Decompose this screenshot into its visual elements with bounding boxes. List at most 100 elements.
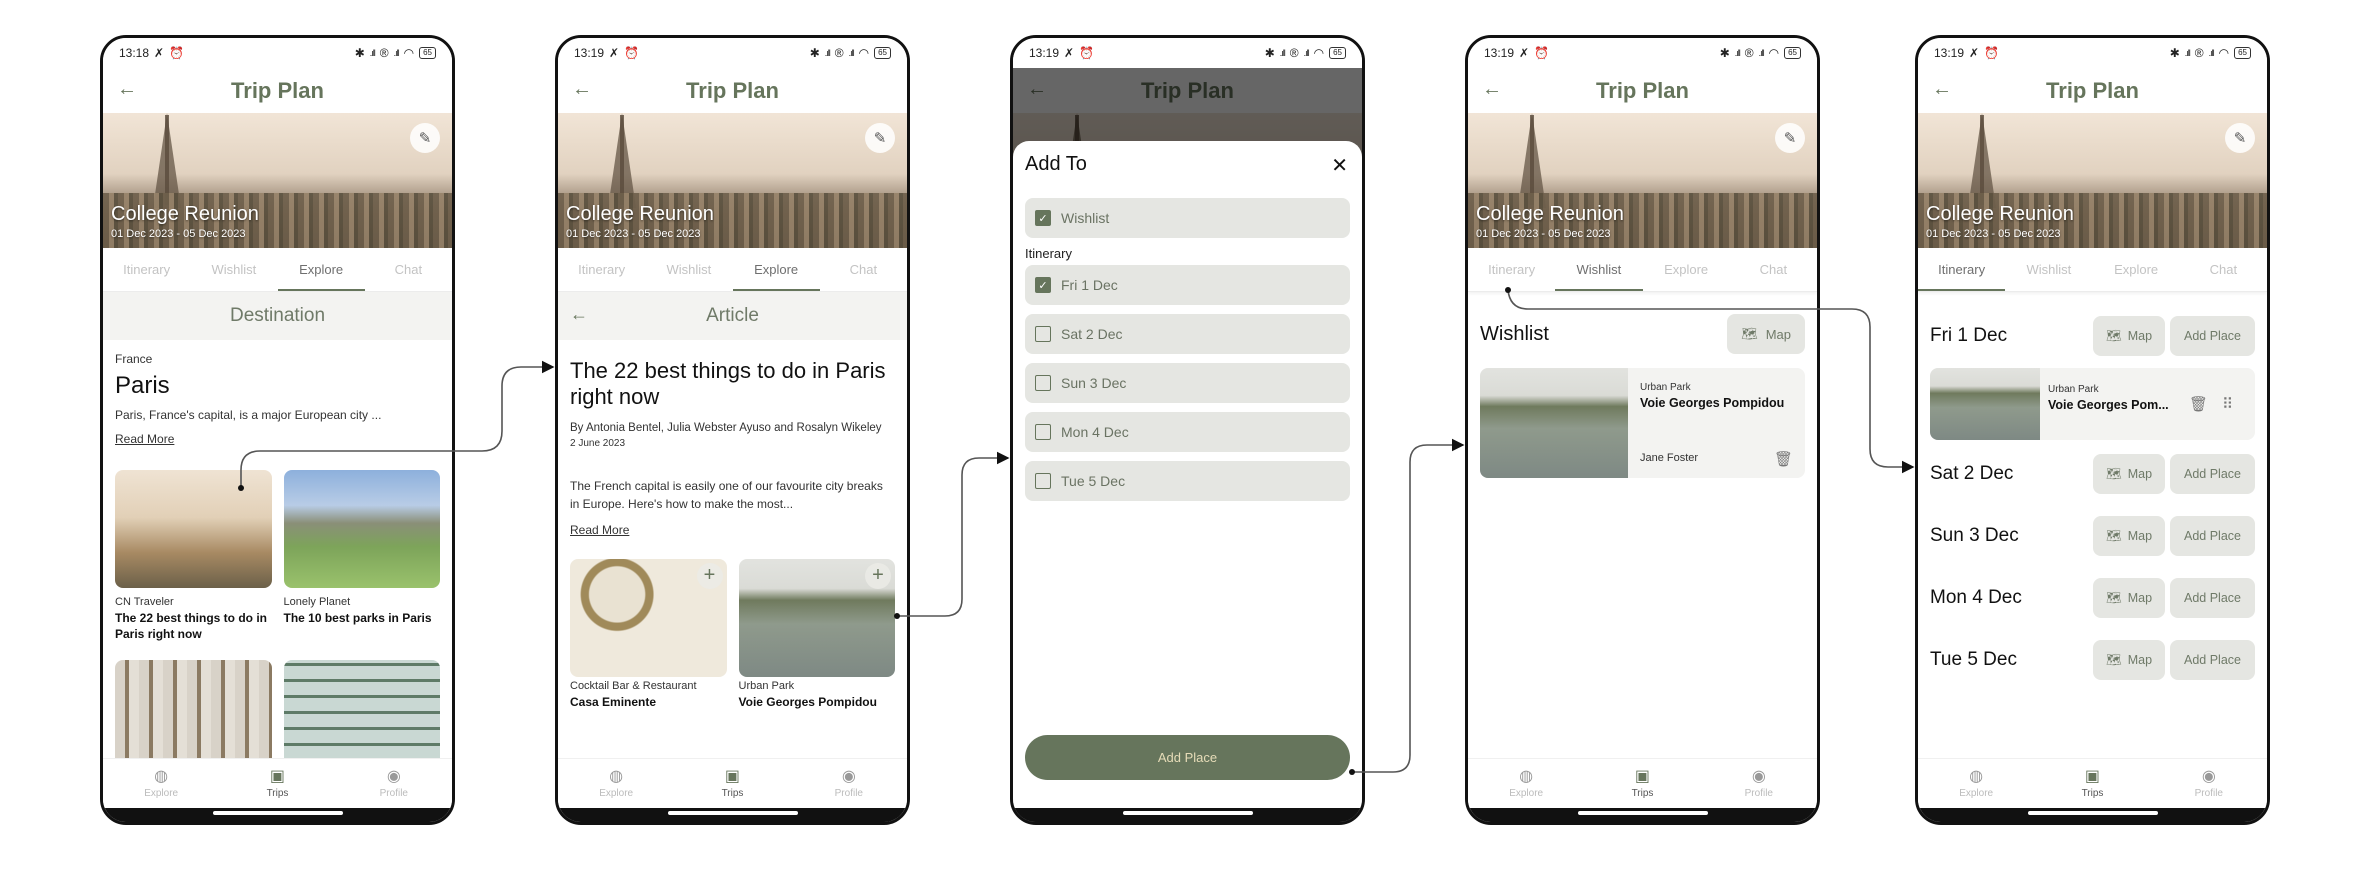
nav-trips[interactable]: ▣ Trips [2034,759,2150,808]
tab-itinerary[interactable]: Itinerary [1918,248,2006,291]
nav-explore[interactable]: ◍ Explore [1918,759,2034,808]
trash-icon[interactable]: 🗑 [2189,395,2208,413]
add-place-button[interactable]: Add Place [2170,516,2255,556]
tab-chat[interactable]: Chat [820,248,907,291]
read-more-link[interactable]: Read More [570,523,629,537]
map-button[interactable]: 🗺 Map [2093,516,2165,556]
add-place-button[interactable]: Add Place [1025,735,1350,780]
map-button[interactable]: 🗺 Map [2093,316,2165,356]
wishlist-header: Wishlist 🗺 Map [1480,314,1805,354]
article-card[interactable]: Lonely Planet The 10 best parks in Paris [283,470,440,642]
place-card[interactable]: + Cocktail Bar & Restaurant Casa Eminent… [570,559,727,710]
option-day[interactable]: Mon 4 Dec [1025,412,1350,452]
option-wishlist[interactable]: ✓ Wishlist [1025,198,1350,238]
map-button[interactable]: 🗺 Map [2093,454,2165,494]
bluetooth-icon: ✱ [1264,46,1275,60]
globe-icon: ◍ [154,768,169,785]
edit-pencil-icon[interactable]: ✎ [2225,123,2255,153]
checkbox-unchecked[interactable] [1035,473,1051,489]
article-card[interactable] [115,660,272,758]
roaming-icon: ® [379,46,389,60]
place-info: Urban Park Voie Georges Pom... [2040,368,2189,440]
nav-profile[interactable]: ◉ Profile [2151,759,2267,808]
checkbox-unchecked[interactable] [1035,424,1051,440]
nav-trips[interactable]: ▣ Trips [219,759,335,808]
map-button[interactable]: 🗺 Map [1727,314,1805,354]
nav-explore[interactable]: ◍ Explore [1468,759,1584,808]
trip-dates: 01 Dec 2023 - 05 Dec 2023 [111,228,246,240]
map-button[interactable]: 🗺 Map [2093,578,2165,618]
article-card[interactable]: CN Traveler The 22 best things to do in … [115,470,272,642]
tab-chat[interactable]: Chat [1730,248,1817,291]
phone-wishlist: 13:19 ✗ ⏰ ✱ .ıll ® .ıll ◠ 65 ← Trip Plan ✎ Coll… [1465,35,1820,825]
tab-itinerary[interactable]: Itinerary [103,248,190,291]
tab-itinerary[interactable]: Itinerary [558,248,645,291]
option-day[interactable]: Sun 3 Dec [1025,363,1350,403]
nav-explore[interactable]: ◍ Explore [558,759,674,808]
tab-explore[interactable]: Explore [1643,248,1730,291]
place-card[interactable]: + Urban Park Voie Georges Pompidou [738,559,895,710]
battery-icon: 65 [2234,47,2251,59]
home-indicator[interactable] [2028,811,2158,815]
home-indicator[interactable] [668,811,798,815]
home-indicator[interactable] [213,811,343,815]
nav-label: Explore [1959,788,1994,799]
nav-profile[interactable]: ◉ Profile [1701,759,1817,808]
back-arrow-icon[interactable]: ← [570,304,588,325]
nav-explore[interactable]: ◍ Explore [103,759,219,808]
tab-explore[interactable]: Explore [277,248,366,291]
checkbox-unchecked[interactable] [1035,375,1051,391]
read-more-link[interactable]: Read More [115,432,174,446]
add-plus-icon[interactable]: + [696,563,723,589]
nav-profile[interactable]: ◉ Profile [336,759,452,808]
back-arrow-icon[interactable]: ← [117,78,137,101]
nav-trips[interactable]: ▣ Trips [1584,759,1700,808]
add-place-button[interactable]: Add Place [2170,454,2255,494]
back-arrow-icon[interactable]: ← [1482,78,1502,101]
edit-pencil-icon[interactable]: ✎ [410,123,440,153]
gesture-bar [558,808,907,822]
close-icon[interactable]: ✕ [1331,153,1348,178]
status-time: 13:18 [119,46,150,60]
itinerary-item[interactable]: Urban Park Voie Georges Pom... 🗑 ⠿ [1930,368,2255,440]
map-button[interactable]: 🗺 Map [2093,640,2165,680]
drag-handle-icon[interactable]: ⠿ [2222,395,2233,413]
home-indicator[interactable] [1123,811,1253,815]
trip-dates: 01 Dec 2023 - 05 Dec 2023 [1926,228,2061,240]
edit-pencil-icon[interactable]: ✎ [865,123,895,153]
add-place-button[interactable]: Add Place [2170,578,2255,618]
add-place-button[interactable]: Add Place [2170,316,2255,356]
mute-icon: ✗ [1969,46,1980,60]
place-name: Voie Georges Pom... [2048,398,2169,412]
option-day[interactable]: Tue 5 Dec [1025,461,1350,501]
tab-chat[interactable]: Chat [2180,248,2267,291]
bottom-nav: ◍ Explore ▣ Trips ◉ Profile [558,758,907,808]
back-arrow-icon[interactable]: ← [572,78,592,101]
tab-itinerary[interactable]: Itinerary [1468,248,1555,291]
nav-label: Explore [1509,788,1544,799]
checkbox-checked[interactable]: ✓ [1035,277,1051,293]
add-place-button[interactable]: Add Place [2170,640,2255,680]
tab-explore[interactable]: Explore [2093,248,2180,291]
option-day[interactable]: Sat 2 Dec [1025,314,1350,354]
checkbox-unchecked[interactable] [1035,326,1051,342]
nav-profile[interactable]: ◉ Profile [791,759,907,808]
edit-pencil-icon[interactable]: ✎ [1775,123,1805,153]
option-day[interactable]: ✓ Fri 1 Dec [1025,265,1350,305]
checkbox-checked[interactable]: ✓ [1035,210,1051,226]
tab-wishlist[interactable]: Wishlist [2005,248,2092,291]
add-plus-icon[interactable]: + [865,563,891,589]
back-arrow-icon[interactable]: ← [1932,78,1952,101]
home-indicator[interactable] [1578,811,1708,815]
wishlist-item[interactable]: Urban Park Voie Georges Pompidou Jane Fo… [1480,368,1805,478]
tab-wishlist[interactable]: Wishlist [645,248,732,291]
tab-wishlist[interactable]: Wishlist [1555,248,1643,291]
nav-trips[interactable]: ▣ Trips [674,759,790,808]
signal-icon: .ıll [1758,48,1765,58]
trash-icon[interactable]: 🗑 [1774,450,1793,468]
place-type: Urban Park [738,680,795,692]
article-card[interactable] [283,660,440,758]
tab-chat[interactable]: Chat [365,248,452,291]
tab-explore[interactable]: Explore [732,248,821,291]
tab-wishlist[interactable]: Wishlist [190,248,277,291]
